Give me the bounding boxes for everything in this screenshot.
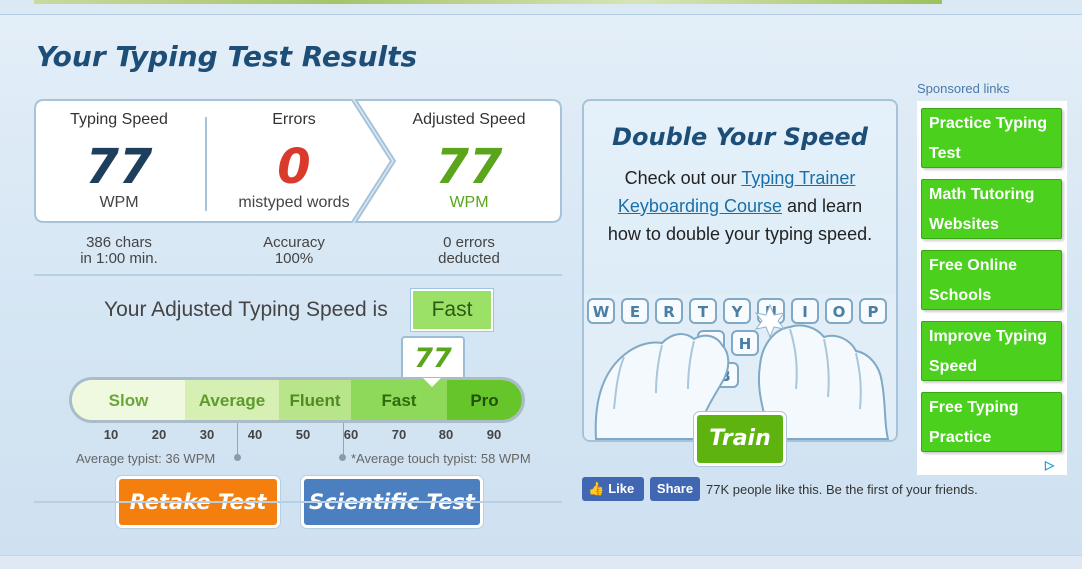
deducted-label: deducted [438,250,500,267]
page-title: Your Typing Test Results [36,40,418,73]
tick-label: 90 [486,427,502,442]
deducted-summary: 0 errors deducted [379,235,559,267]
tick-label: 70 [391,427,407,442]
thumbs-up-icon: 👍 [588,481,605,496]
tick-label: 50 [295,427,311,442]
like-label: Like [608,481,635,496]
ad-math-tutoring[interactable]: Math Tutoring Websites [921,179,1062,239]
average-typist-dot [234,454,241,461]
promo-title: Double Your Speed [612,123,868,151]
ad-practice-typing-test[interactable]: Practice Typing Test [921,108,1062,168]
errors-label: Errors [272,111,316,128]
segment-pro: Pro [447,380,522,420]
keyboard-key-label: W [593,303,610,321]
keyboard-key-label: R [663,303,675,321]
errors-deducted: 0 errors [443,234,495,251]
chars-time: in 1:00 min. [80,250,158,267]
accuracy-value: 100% [274,250,314,267]
tick-label: 60 [343,427,359,442]
keyboard-key-label: H [739,335,752,353]
facebook-share-button[interactable]: Share [650,477,700,501]
keyboard-key-label: E [630,303,640,321]
speed-scale-inner: Slow Average Fluent Fast Pro [72,380,522,420]
rating-badge: Fast [411,289,493,331]
promo-text: Check out our Typing Trainer Keyboarding… [604,164,876,248]
tick-label: 30 [199,427,215,442]
accuracy-summary: Accuracy 100% [204,235,384,267]
speed-scale-bar: Slow Average Fluent Fast Pro [69,377,525,423]
sponsored-links-panel: Practice Typing Test Math Tutoring Websi… [917,101,1067,475]
adjusted-speed-value: 77 [435,139,503,195]
bottom-border [0,555,1082,569]
average-typist-line [237,423,238,458]
average-touch-label: *Average touch typist: 58 WPM [351,451,531,466]
keyboard-key-label: O [833,303,846,321]
tick-label: 40 [247,427,263,442]
top-banner [34,0,942,4]
average-touch-dot [339,454,346,461]
results-panel: Typing Speed 77 WPM Errors 0 mistyped wo… [34,99,562,224]
segment-average: Average [185,380,279,420]
adchoices-icon[interactable]: ▷ [1045,458,1059,472]
errors-unit: mistyped words [238,194,350,211]
adjusted-rating-text: Your Adjusted Typing Speed is [104,298,388,321]
speed-marker: 77 [401,336,465,382]
sponsored-links-label: Sponsored links [917,81,1010,96]
keyboard-key-label: P [868,303,879,321]
adjusted-speed-label: Adjusted Speed [412,111,526,128]
typing-speed-unit: WPM [99,194,139,211]
keyboard-key-label: T [698,303,709,321]
speed-marker-pointer [423,378,441,387]
segment-slow: Slow [72,380,185,420]
errors-value: 0 [277,139,311,195]
adjusted-speed-unit: WPM [449,194,489,211]
segment-fluent: Fluent [279,380,351,420]
ad-free-typing-practice[interactable]: Free Typing Practice [921,392,1062,452]
keyboard-key-label: I [802,303,808,321]
typing-speed-value: 77 [85,139,153,195]
average-touch-line [343,423,344,458]
facebook-like-count: 77K people like this. Be the first of yo… [706,482,978,497]
tick-label: 10 [103,427,119,442]
divider [34,274,562,276]
typing-speed-label: Typing Speed [70,111,168,128]
divider [34,501,562,503]
promo-text-before: Check out our [624,168,742,188]
ad-improve-typing-speed[interactable]: Improve Typing Speed [921,321,1062,381]
chars-count: 386 chars [86,234,152,251]
tick-label: 80 [438,427,454,442]
average-typist-label: Average typist: 36 WPM [76,451,216,466]
promo-panel: Double Your Speed Check out our Typing T… [582,99,898,442]
ad-free-online-schools[interactable]: Free Online Schools [921,250,1062,310]
facebook-like-button[interactable]: 👍 Like [582,477,644,501]
train-button[interactable]: Train [694,412,786,466]
tick-label: 20 [151,427,167,442]
chars-summary: 386 chars in 1:00 min. [29,235,209,267]
accuracy-label: Accuracy [263,234,325,251]
keyboard-key-label: Y [731,303,744,321]
